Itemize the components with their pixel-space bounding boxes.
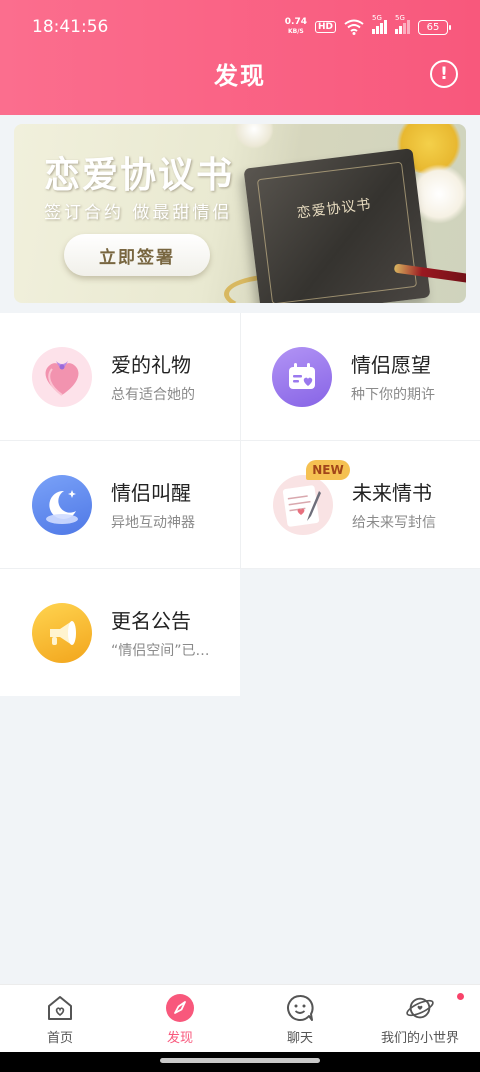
page-title: 发现 — [214, 62, 266, 90]
battery-icon: 65 — [418, 19, 451, 35]
feature-subtitle: 种下你的期许 — [351, 387, 435, 403]
feature-couple-wishes[interactable]: 情侣愿望 种下你的期许 — [240, 313, 480, 440]
home-heart-icon — [45, 993, 75, 1023]
grid-divider — [240, 313, 241, 569]
feature-subtitle: 异地互动神器 — [111, 515, 195, 531]
wifi-icon — [344, 19, 364, 35]
app-header: 18:41:56 0.74 KB/S HD 5G 5G 65 发现 ! — [0, 0, 480, 115]
feature-subtitle: 总有适合她的 — [111, 387, 195, 403]
status-bar: 18:41:56 0.74 KB/S HD 5G 5G 65 — [0, 0, 480, 54]
banner-title: 恋爱协议书 — [44, 155, 235, 196]
bottom-navigation: 首页 发现 聊天 我们的小世界 — [0, 984, 480, 1052]
feature-subtitle: 给未来写封信 — [352, 515, 436, 531]
nav-label: 聊天 — [286, 1031, 313, 1046]
signal-tag-1: 5G — [372, 14, 382, 22]
new-badge: NEW — [306, 460, 350, 480]
feature-subtitle: “情侣空间”已… — [111, 643, 210, 659]
network-speed-unit: KB/S — [288, 28, 304, 35]
calendar-heart-icon — [272, 347, 332, 407]
home-indicator[interactable] — [160, 1058, 320, 1063]
chat-smile-icon — [285, 993, 315, 1023]
hd-badge: HD — [314, 21, 336, 33]
info-icon[interactable]: ! — [430, 60, 458, 88]
sign-now-button[interactable]: 立即签署 — [64, 234, 210, 276]
planet-icon — [405, 993, 435, 1023]
notification-dot — [457, 993, 464, 1000]
book-border — [256, 161, 418, 303]
nav-our-world[interactable]: 我们的小世界 — [360, 985, 480, 1052]
love-agreement-banner[interactable]: 恋爱协议书 恋爱协议书 签订合约 做最甜情侣 立即签署 — [14, 124, 466, 303]
grid-divider — [0, 440, 480, 441]
nav-label: 发现 — [166, 1031, 193, 1046]
network-speed-value: 0.74 — [284, 17, 307, 27]
flower-decoration-small — [234, 124, 274, 149]
signal-strength-icon-1: 5G — [372, 14, 387, 34]
banner-subtitle: 签订合约 做最甜情侣 — [44, 203, 233, 223]
feature-love-gift[interactable]: 爱的礼物 总有适合她的 — [0, 313, 240, 440]
banner-section: 恋爱协议书 恋爱协议书 签订合约 做最甜情侣 立即签署 — [0, 115, 480, 313]
nav-discover[interactable]: 发现 — [120, 985, 240, 1052]
status-icons: 0.74 KB/S HD 5G 5G 65 — [285, 14, 451, 36]
feature-title: 未来情书 — [352, 481, 432, 505]
feature-title: 更名公告 — [111, 609, 191, 633]
feature-title: 情侣愿望 — [351, 353, 431, 377]
network-speed: 0.74 KB/S — [285, 18, 307, 36]
feature-couple-wakeup[interactable]: 情侣叫醒 异地互动神器 — [0, 441, 240, 568]
nav-chat[interactable]: 聊天 — [240, 985, 360, 1052]
nav-home[interactable]: 首页 — [0, 985, 120, 1052]
compass-icon — [165, 993, 195, 1023]
moon-star-icon — [32, 475, 92, 535]
agreement-book-image: 恋爱协议书 — [243, 148, 431, 303]
nav-label: 首页 — [46, 1031, 73, 1046]
feature-title: 情侣叫醒 — [111, 481, 191, 505]
status-time: 18:41:56 — [32, 17, 109, 37]
battery-level: 65 — [426, 21, 440, 33]
system-gesture-bar — [0, 1052, 480, 1072]
signal-strength-icon-2: 5G — [395, 14, 410, 34]
megaphone-icon — [32, 603, 92, 663]
feature-title: 爱的礼物 — [111, 353, 191, 377]
gift-heart-icon — [32, 347, 92, 407]
grid-divider — [0, 568, 480, 569]
feature-future-letter[interactable]: 未来情书 给未来写封信 — [241, 441, 480, 568]
feature-rename-notice[interactable]: 更名公告 “情侣空间”已… — [0, 569, 240, 696]
love-letter-icon — [273, 475, 333, 535]
nav-label: 我们的小世界 — [380, 1031, 459, 1046]
signal-tag-2: 5G — [395, 14, 405, 22]
